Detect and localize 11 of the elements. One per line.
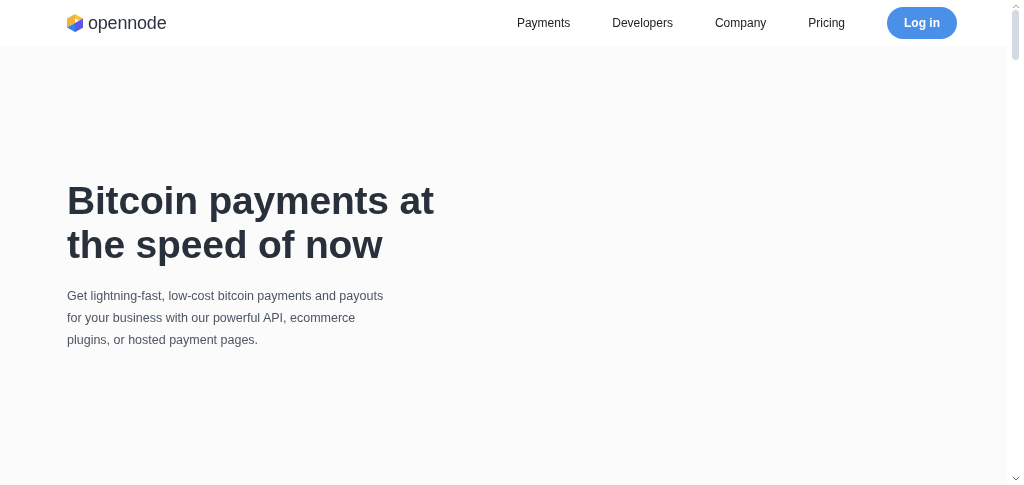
nav-link[interactable]: Pricing [808, 16, 845, 30]
nav-link[interactable]: Payments [516, 16, 571, 30]
hero-title: Bitcoin payments at the speed of now [67, 179, 435, 267]
scroll-down-icon[interactable] [1011, 476, 1020, 482]
nav-link[interactable]: Company [714, 16, 767, 30]
logo-icon [67, 14, 83, 32]
scroll-up-icon[interactable] [1011, 3, 1020, 9]
hero-description: Get lightning-fast, low-cost bitcoin payments and payouts for your business with our powerful API, ecommerce plugins, or hosted payment pages. [67, 288, 385, 349]
logo-text: opennode [88, 12, 167, 34]
nav-link[interactable]: Developers [612, 16, 673, 30]
scrollbar-thumb[interactable] [1012, 10, 1019, 60]
